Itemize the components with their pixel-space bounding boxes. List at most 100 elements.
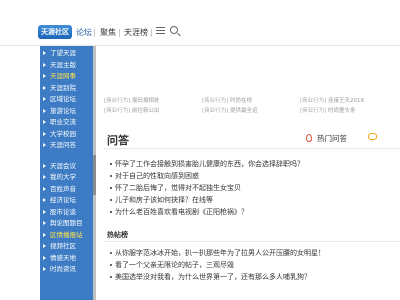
- bullet-icon: [110, 199, 112, 201]
- sidebar-item[interactable]: 区域论坛: [40, 94, 96, 106]
- sidebar-item-label: 股市论谈: [50, 207, 76, 216]
- sponsored-link[interactable]: [商业行为] 时尚在线: [202, 96, 252, 104]
- site-logo[interactable]: 天涯社区: [38, 25, 72, 39]
- forum-link[interactable]: 论坛: [76, 27, 92, 38]
- list-item[interactable]: 从你服字范冰冰开始，扒一扒那些年为了拉男人公开压腰的女明星！: [110, 247, 395, 259]
- list-icon[interactable]: [156, 27, 165, 35]
- arrow-icon: [43, 198, 46, 202]
- arrow-icon: [43, 74, 46, 78]
- arrow-icon: [43, 186, 46, 191]
- qa-title: 问答: [107, 134, 129, 147]
- sidebar-item[interactable]: 旅游论坛: [40, 106, 96, 118]
- sidebar-item[interactable]: 职业交流: [40, 117, 96, 129]
- arrow-icon: [43, 143, 46, 147]
- sidebar-item-label: 视频社区: [50, 242, 76, 250]
- sidebar-item[interactable]: 天涯别院: [40, 83, 96, 95]
- sidebar-item-active[interactable]: 天涯网事: [40, 71, 96, 83]
- list-item[interactable]: 怀孕了工作会接触到损害胎儿健康的东西，你会选择辞职吗？: [110, 158, 395, 170]
- list-item[interactable]: 为什么老百姓喜欢看电视剧《正阳枪祸》？: [110, 206, 395, 218]
- sidebar-item[interactable]: 股市论谈: [40, 207, 96, 219]
- sidebar-item[interactable]: 情感天地: [40, 253, 96, 265]
- sponsored-link[interactable]: [商业行为] 摇码捐相处: [104, 96, 160, 104]
- bullet-icon: [110, 264, 112, 266]
- arrow-icon: [43, 221, 46, 225]
- sidebar-item-label: 区情播报站: [50, 230, 83, 239]
- arrow-icon: [43, 209, 46, 214]
- chat-bubble-icon[interactable]: [368, 133, 377, 140]
- arrow-icon: [43, 255, 46, 260]
- sidebar-item[interactable]: 了望天涯: [40, 48, 96, 60]
- forum-title: 热帖榜: [107, 231, 128, 239]
- sidebar-item[interactable]: 天涯会议: [40, 161, 96, 173]
- arrow-icon: [43, 232, 46, 237]
- divider: [119, 29, 120, 37]
- sidebar-item-label: 区域论坛: [50, 95, 76, 103]
- list-item[interactable]: 怀了二胎后悔了，觉得对不起独生女宝贝: [110, 182, 395, 194]
- arrow-icon: [43, 175, 46, 179]
- sidebar-item-label: 天涯别院: [50, 83, 76, 92]
- sidebar-item[interactable]: 经济论坛: [40, 195, 96, 207]
- arrow-icon: [43, 244, 46, 248]
- sidebar-item[interactable]: 舆论图题目: [40, 218, 96, 230]
- divider: [151, 29, 152, 37]
- sponsored-link[interactable]: [商业行为] 前往新公出: [104, 106, 160, 114]
- top-bar: 天涯社区 论坛 聚焦 天涯榜: [0, 0, 400, 46]
- bullet-icon: [110, 163, 112, 165]
- sidebar-item-label: 百姓声音: [50, 184, 76, 193]
- fire-icon: [306, 134, 312, 142]
- sidebar-item[interactable]: 大学校园: [40, 129, 96, 141]
- list-item[interactable]: 美国选举没对我看，为什么世界第一了，还有那么多人哺乳狗？: [110, 271, 395, 283]
- divider: [94, 29, 95, 37]
- qa-list: 怀孕了工作会接触到损害胎儿健康的东西，你会选择辞职吗？ 对于自己的性取向感到困惑…: [110, 158, 395, 218]
- arrow-icon: [43, 51, 46, 55]
- arrow-icon: [43, 120, 46, 124]
- sidebar-item-label: 经济论坛: [50, 196, 76, 204]
- arrow-icon: [43, 85, 46, 90]
- qa-header: 问答 热门问答: [104, 125, 400, 149]
- list-item[interactable]: 儿子和房子该如何抉择？在线等: [110, 194, 395, 206]
- sidebar-item-label: 职业交流: [50, 118, 76, 126]
- sidebar-item-label: 情感天地: [50, 253, 76, 262]
- arrow-icon: [43, 267, 46, 271]
- arrow-icon: [43, 97, 46, 101]
- sidebar-item-label: 天涯会议: [50, 161, 76, 170]
- bullet-icon: [110, 211, 112, 213]
- sidebar-item-active[interactable]: 区情播报站: [40, 230, 96, 242]
- list-item[interactable]: 看了一个父亲无限论的帖子，三观尽毁: [110, 259, 395, 271]
- sidebar-item[interactable]: 时尚资讯: [40, 264, 96, 276]
- forum-header: 热帖榜: [104, 228, 400, 242]
- sidebar-item-label: 了望天涯: [50, 49, 76, 57]
- sidebar-item-label: 天涯网事: [50, 72, 76, 80]
- sidebar: 了望天涯 天涯主版 天涯网事 天涯别院 区域论坛 旅游论坛 职业交流 大学校园 …: [40, 46, 96, 300]
- arrow-icon: [43, 163, 46, 168]
- arrow-icon: [43, 131, 46, 136]
- arrow-icon: [43, 62, 46, 67]
- sidebar-item-label: 天涯主版: [50, 60, 76, 69]
- sponsored-link[interactable]: [商业行为] 连接王天2018: [300, 96, 364, 104]
- forum-list: 从你服字范冰冰开始，扒一扒那些年为了拉男人公开压腰的女明星！ 看了一个父亲无限论…: [110, 247, 395, 283]
- arrow-icon: [43, 108, 46, 113]
- sidebar-item-label: 舆论图题目: [50, 219, 83, 227]
- scrollbar-thumb[interactable]: [93, 155, 96, 195]
- bullet-icon: [110, 187, 112, 189]
- nav-focus[interactable]: 聚焦: [100, 27, 116, 38]
- sidebar-item[interactable]: 百姓声音: [40, 184, 96, 196]
- sidebar-item[interactable]: 我的大学: [40, 172, 96, 184]
- sidebar-item-label: 天涯问答: [50, 141, 76, 149]
- search-icon[interactable]: [170, 26, 178, 34]
- bullet-icon: [110, 175, 112, 177]
- sidebar-item-label: 我的大学: [50, 173, 76, 181]
- sponsored-link[interactable]: [商业行为] 时尚童头条: [300, 106, 356, 114]
- hot-qa-tab[interactable]: 热门问答: [317, 133, 347, 144]
- sidebar-item[interactable]: 天涯主版: [40, 60, 96, 72]
- sidebar-item-label: 大学校园: [50, 129, 76, 138]
- list-item[interactable]: 对于自己的性取向感到困惑: [110, 170, 395, 182]
- sponsored-link[interactable]: [商业行为] 提供最全运: [202, 106, 258, 114]
- sidebar-item-label: 旅游论坛: [50, 106, 76, 115]
- sidebar-item[interactable]: 视频社区: [40, 241, 96, 253]
- sidebar-item[interactable]: 天涯问答: [40, 140, 96, 152]
- bullet-icon: [110, 252, 112, 254]
- bullet-icon: [110, 276, 112, 278]
- nav-ranking[interactable]: 天涯榜: [124, 27, 148, 38]
- sidebar-item-label: 时尚资讯: [50, 265, 76, 273]
